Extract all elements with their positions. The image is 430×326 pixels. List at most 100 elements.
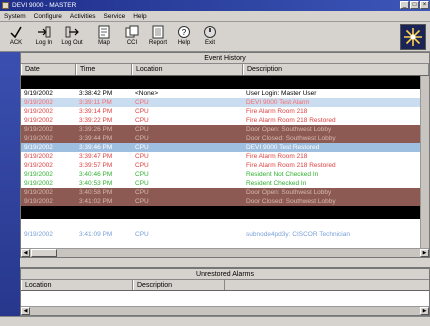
toolbar: ACK Log In Log Out Map CCI Report ? Help…: [0, 22, 430, 52]
cell-time: 3:39:26 PM: [79, 126, 113, 133]
table-row[interactable]: 9/19/2002 3:39:44 PM CPU Door Closed: South…: [21, 134, 429, 143]
logout-icon: [65, 26, 79, 38]
table-row[interactable]: 9/19/2002 3:39:26 PM CPU Door Open: Southwe…: [21, 125, 429, 134]
cell-description: Fire Alarm Room 218: [246, 108, 308, 115]
cell-location: CPU: [135, 108, 149, 115]
cell-location: CPU: [135, 144, 149, 151]
logout-button[interactable]: Log Out: [60, 24, 84, 50]
cell-location: CPU: [135, 135, 149, 142]
table-row[interactable]: 9/19/2002 3:40:58 PM CPU Door Open: Southwe…: [21, 188, 429, 197]
menu-help[interactable]: Help: [129, 11, 150, 22]
cell-date: 9/19/2002: [24, 108, 53, 115]
menu-system[interactable]: System: [0, 11, 30, 22]
cell-time: 3:39:22 PM: [79, 117, 113, 124]
login-button[interactable]: Log In: [32, 24, 56, 50]
cell-location: CPU: [135, 231, 149, 238]
table-row[interactable]: 9/19/2002 3:41:09 PM CPU subnode4pd3y: CISC…: [21, 230, 429, 239]
cell-description: Door Closed: Southwest Lobby: [246, 135, 336, 142]
column-header-date[interactable]: Date: [21, 64, 76, 75]
scroll-thumb[interactable]: [31, 249, 57, 257]
cell-description: Resident Checked In: [246, 180, 307, 187]
menu-activities[interactable]: Activities: [66, 11, 100, 22]
table-row[interactable]: 9/19/2002 3:40:46 PM CPU Resident Not Check…: [21, 170, 429, 179]
maximize-button[interactable]: □: [410, 1, 419, 9]
cell-time: 3:40:53 PM: [79, 180, 113, 187]
event-list-tail: 9/19/2002 3:41:09 PM CPU subnode4pd3y: CISC…: [21, 230, 429, 239]
cell-time: 3:39:44 PM: [79, 135, 113, 142]
column-header-description[interactable]: Description: [243, 64, 429, 75]
list-spacer: [21, 206, 429, 219]
horizontal-scrollbar[interactable]: ◀ ▶: [21, 306, 429, 315]
exit-button[interactable]: Exit: [198, 24, 222, 50]
event-history-title: Event History: [21, 53, 429, 64]
cell-description: subnode4pd3y: CISCOR Technician: [246, 231, 350, 238]
table-row[interactable]: 9/19/2002 3:41:02 PM CPU Door Closed: South…: [21, 197, 429, 206]
vertical-scrollbar[interactable]: [420, 76, 429, 250]
table-row[interactable]: 9/19/2002 3:39:47 PM CPU Fire Alarm Room 21…: [21, 152, 429, 161]
column-header-time[interactable]: Time: [76, 64, 132, 75]
table-row[interactable]: 9/19/2002 3:39:14 PM CPU Fire Alarm Room 21…: [21, 107, 429, 116]
cell-time: 3:39:14 PM: [79, 108, 113, 115]
scroll-left-icon[interactable]: ◀: [21, 249, 30, 257]
cell-description: Door Open: Southwest Lobby: [246, 189, 332, 196]
ack-button[interactable]: ACK: [4, 24, 28, 50]
cell-description: DEVI 9000 Test Restored: [246, 144, 320, 151]
scroll-right-icon[interactable]: ▶: [420, 307, 429, 315]
cell-date: 9/19/2002: [24, 162, 53, 169]
cell-date: 9/19/2002: [24, 171, 53, 178]
svg-text:?: ?: [182, 28, 187, 37]
cci-button[interactable]: CCI: [120, 24, 144, 50]
cell-description: Door Closed: Southwest Lobby: [246, 198, 336, 205]
report-icon: [152, 25, 164, 39]
cell-date: 9/19/2002: [24, 180, 53, 187]
cell-location: CPU: [135, 153, 149, 160]
cell-time: 3:41:09 PM: [79, 231, 113, 238]
scroll-right-icon[interactable]: ▶: [420, 249, 429, 257]
cell-description: Door Open: Southwest Lobby: [246, 126, 332, 133]
table-row[interactable]: 9/19/2002 3:38:42 PM <None> User Login: Mas…: [21, 89, 429, 98]
cell-date: 9/19/2002: [24, 231, 53, 238]
scroll-left-icon[interactable]: ◀: [21, 307, 30, 315]
help-button[interactable]: ? Help: [172, 24, 196, 50]
cell-location: CPU: [135, 180, 149, 187]
cell-location: CPU: [135, 189, 149, 196]
company-logo: [400, 24, 426, 50]
close-button[interactable]: ×: [420, 1, 429, 9]
cell-date: 9/19/2002: [24, 144, 53, 151]
column-header-description[interactable]: Description: [133, 280, 225, 290]
menu-configure[interactable]: Configure: [30, 11, 66, 22]
table-row[interactable]: 9/19/2002 3:39:57 PM CPU Fire Alarm Room 21…: [21, 161, 429, 170]
cell-date: 9/19/2002: [24, 198, 53, 205]
cell-date: 9/19/2002: [24, 189, 53, 196]
menu-service[interactable]: Service: [100, 11, 130, 22]
table-row[interactable]: 9/19/2002 3:39:11 PM CPU DEVI 9000 Test Ala…: [21, 98, 429, 107]
cell-time: 3:39:57 PM: [79, 162, 113, 169]
cell-time: 3:38:42 PM: [79, 90, 113, 97]
table-row[interactable]: 9/19/2002 3:39:46 PM CPU DEVI 9000 Test Res…: [21, 143, 429, 152]
cell-date: 9/19/2002: [24, 153, 53, 160]
login-icon: [38, 26, 51, 38]
event-history-header: Date Time Location Description: [21, 64, 429, 76]
minimize-button[interactable]: _: [400, 1, 409, 9]
map-button[interactable]: Map: [92, 24, 116, 50]
cell-time: 3:39:46 PM: [79, 144, 113, 151]
column-header-location[interactable]: Location: [21, 280, 133, 290]
check-icon: [10, 26, 22, 39]
column-header-location[interactable]: Location: [132, 64, 243, 75]
cell-location: CPU: [135, 198, 149, 205]
table-row[interactable]: 9/19/2002 3:39:22 PM CPU Fire Alarm Room 21…: [21, 116, 429, 125]
unrestored-alarms-header: Location Description: [21, 280, 429, 291]
report-button[interactable]: Report: [146, 24, 170, 50]
list-spacer: [21, 76, 429, 89]
cci-icon: [125, 25, 139, 38]
window-title: DEVI 9000 - MASTER: [12, 2, 77, 9]
table-row[interactable]: 9/19/2002 3:40:53 PM CPU Resident Checked I…: [21, 179, 429, 188]
help-icon: ?: [178, 26, 190, 38]
cell-location: <None>: [135, 90, 159, 97]
title-bar: DEVI 9000 - MASTER _ □ ×: [0, 0, 430, 11]
panel-splitter[interactable]: [20, 258, 430, 268]
cell-location: CPU: [135, 162, 149, 169]
cell-time: 3:39:47 PM: [79, 153, 113, 160]
cell-date: 9/19/2002: [24, 90, 53, 97]
horizontal-scrollbar[interactable]: ◀ ▶: [21, 248, 429, 257]
